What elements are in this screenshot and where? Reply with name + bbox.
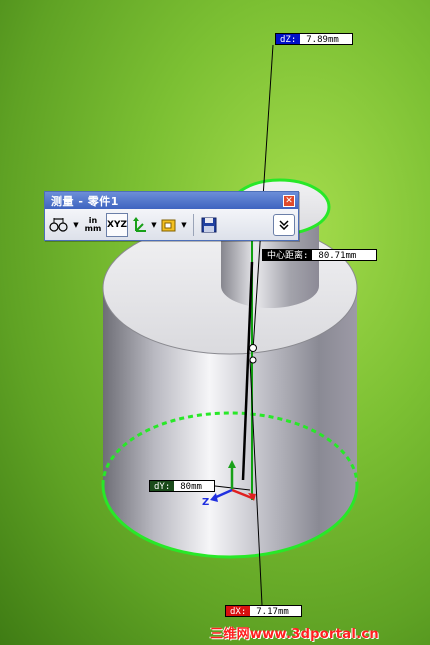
measure-toolbar[interactable]: 测量 - 零件1 ✕ ▼ in mm XYZ ▼ ▼ xyxy=(44,191,299,241)
dx-value: 7.17mm xyxy=(250,606,301,617)
expand-button[interactable] xyxy=(273,213,295,236)
save-button[interactable] xyxy=(199,213,219,237)
toolbar-separator xyxy=(193,213,194,236)
center-distance-key: 中心距离: xyxy=(263,250,313,261)
measure-point-top xyxy=(249,344,257,352)
projection-dropdown[interactable]: ▼ xyxy=(150,221,158,229)
arc-circle-icon xyxy=(49,217,68,232)
projection-axis-icon xyxy=(133,216,146,232)
coordinate-system-button[interactable] xyxy=(160,213,178,237)
center-distance-tag[interactable]: 中心距离: 80.71mm xyxy=(262,249,377,261)
dx-key: dX: xyxy=(226,606,251,617)
toolbar-titlebar[interactable]: 测量 - 零件1 ✕ xyxy=(45,192,298,209)
dy-dimension-tag[interactable]: dY: 80mm xyxy=(149,480,215,492)
dx-dimension-tag[interactable]: dX: 7.17mm xyxy=(225,605,302,617)
dz-key: dZ: xyxy=(276,34,301,45)
triad-z-label: Z xyxy=(202,497,209,508)
arc-circle-measure-button[interactable] xyxy=(48,213,70,237)
model-scene[interactable]: Z xyxy=(0,0,430,645)
dz-dimension-tag[interactable]: dZ: 7.89mm xyxy=(275,33,353,45)
arc-circle-dropdown[interactable]: ▼ xyxy=(72,221,80,229)
xyz-measurements-button[interactable]: XYZ xyxy=(106,212,128,237)
close-button[interactable]: ✕ xyxy=(283,194,295,207)
measure-point-bottom xyxy=(249,356,257,364)
coordinate-system-icon xyxy=(161,219,176,231)
dy-value: 80mm xyxy=(174,481,214,492)
projection-button[interactable] xyxy=(130,213,148,237)
xyz-icon: XYZ xyxy=(107,219,127,230)
graphics-viewport[interactable]: Z dZ: 7.89mm 中心距离: 80.71mm dY: 80mm dX: … xyxy=(0,0,430,645)
dz-value: 7.89mm xyxy=(300,34,352,45)
toolbar-body: ▼ in mm XYZ ▼ ▼ xyxy=(45,209,298,240)
center-distance-value: 80.71mm xyxy=(312,250,376,261)
coordinate-system-dropdown[interactable]: ▼ xyxy=(180,221,188,229)
units-precision-button[interactable]: in mm xyxy=(82,213,104,237)
units-bottom-label: mm xyxy=(84,223,102,233)
watermark: 三维网www.3dportal.cn xyxy=(210,627,379,642)
toolbar-title: 测量 - 零件1 xyxy=(51,194,119,208)
dy-key: dY: xyxy=(150,481,175,492)
save-icon xyxy=(201,217,217,232)
chevron-double-down-icon xyxy=(279,219,289,230)
